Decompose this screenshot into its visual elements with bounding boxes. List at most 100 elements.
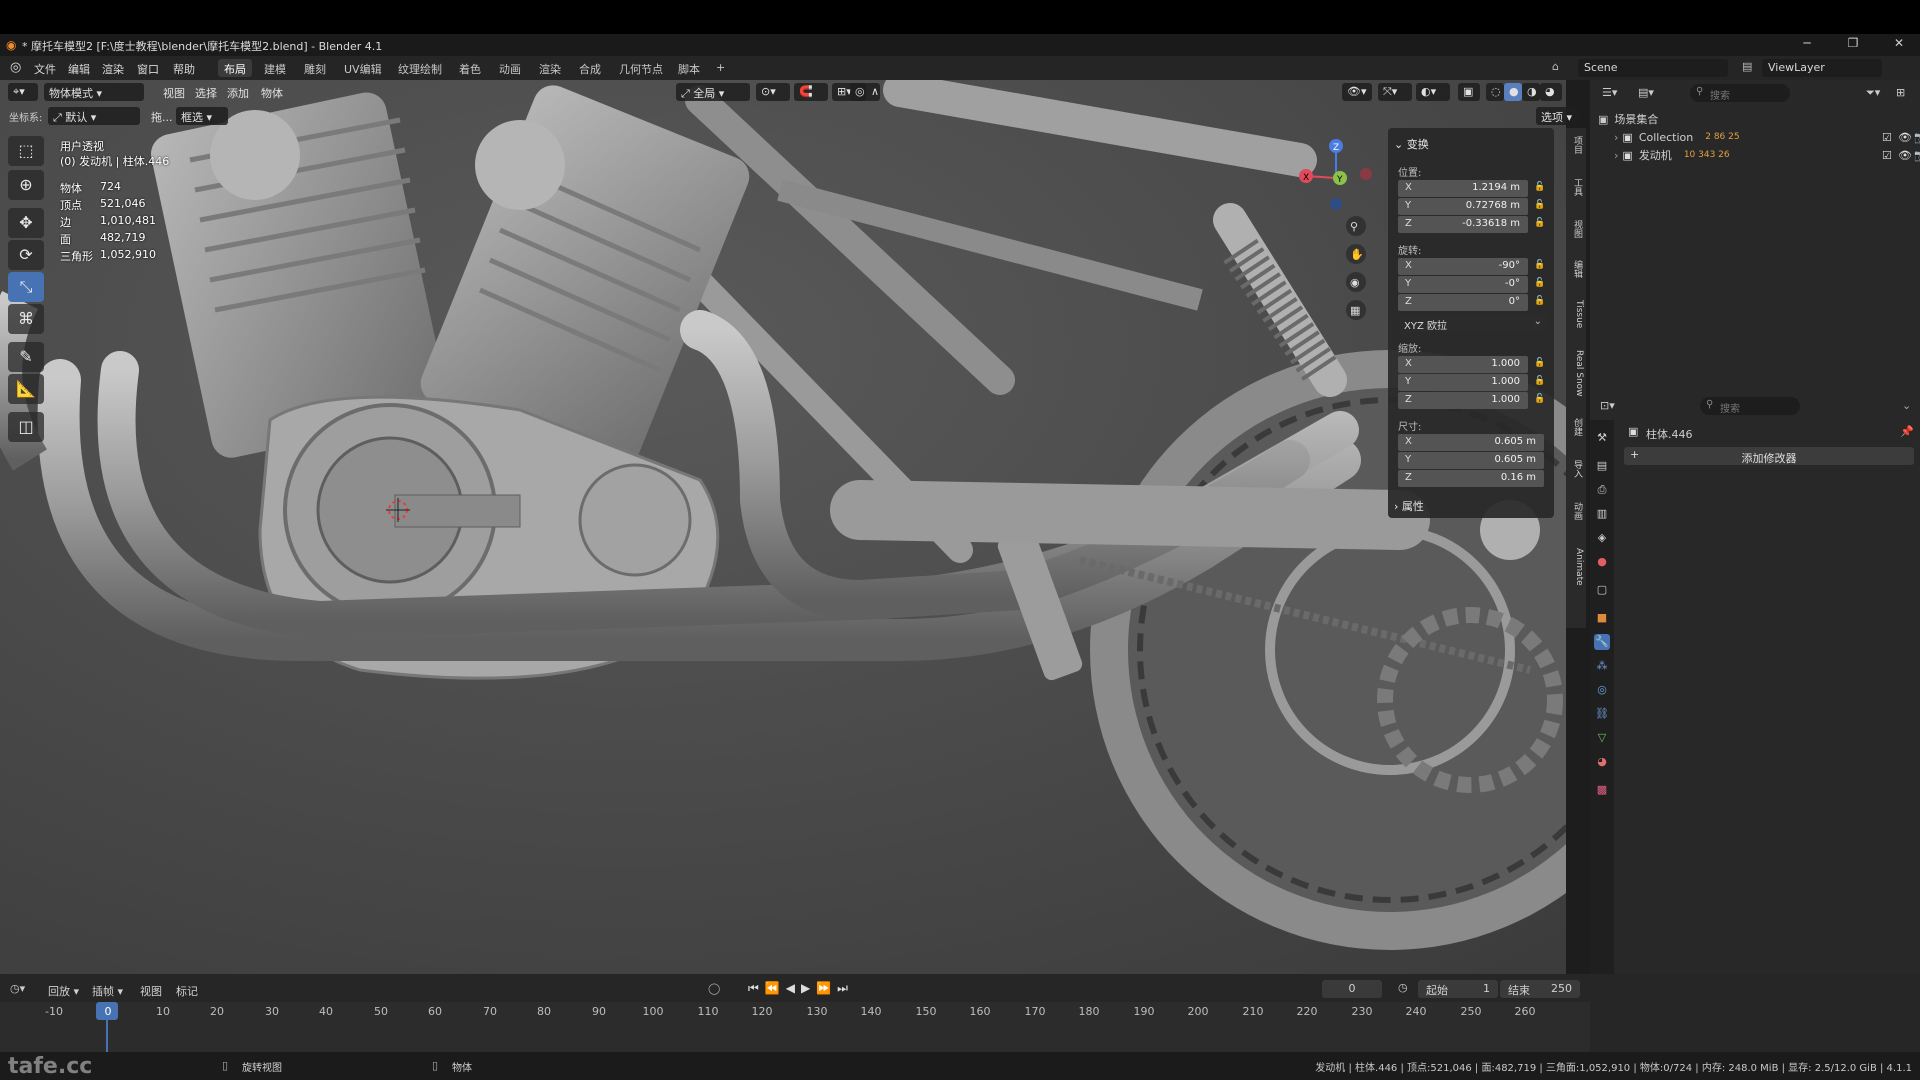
- camera-icon[interactable]: 📷: [1914, 149, 1920, 162]
- scale-tool-icon[interactable]: ⤡: [8, 272, 44, 302]
- visibility-icon[interactable]: 👁▾: [1342, 83, 1372, 101]
- world-tab-icon[interactable]: ●: [1594, 554, 1610, 570]
- menu-edit[interactable]: 编辑: [68, 61, 90, 77]
- tab-scripting[interactable]: 脚本: [672, 59, 706, 77]
- rotation-z-field[interactable]: Z 0°: [1398, 294, 1528, 311]
- data-tab-icon[interactable]: ▽: [1594, 730, 1610, 746]
- sidebar-tab-real-snow[interactable]: Real Snow: [1568, 350, 1584, 397]
- timeline-menu-keying[interactable]: 插帧 ▾: [92, 983, 123, 999]
- select-box-tool-icon[interactable]: ⬚: [8, 136, 44, 166]
- sidebar-tab-import[interactable]: 导入: [1568, 460, 1584, 478]
- options-button[interactable]: 选项 ▾: [1536, 107, 1578, 125]
- sidebar-tab-create[interactable]: 创建: [1568, 418, 1584, 436]
- navigation-gizmo[interactable]: Z X Y ⚲ ✋ ◉ ▦: [1294, 134, 1378, 324]
- clock-icon[interactable]: ◷: [1398, 981, 1408, 994]
- outliner-search[interactable]: ⚲ 搜索: [1690, 84, 1790, 102]
- rotate-tool-icon[interactable]: ⟳: [8, 240, 44, 270]
- modifier-tab-icon[interactable]: 🔧: [1594, 634, 1610, 650]
- filter-icon[interactable]: ⏷▾: [1866, 86, 1880, 100]
- eye-icon[interactable]: 👁: [1898, 131, 1912, 144]
- sidebar-tab-item[interactable]: 项目: [1568, 136, 1584, 154]
- scale-x-field[interactable]: X 1.000: [1398, 356, 1528, 373]
- lock-icon[interactable]: 🔓: [1534, 394, 1546, 406]
- properties-search[interactable]: ⚲ 搜索: [1700, 397, 1800, 415]
- dimensions-x-field[interactable]: X 0.605 m: [1398, 434, 1544, 451]
- scene-collection-row[interactable]: ▣ 场景集合: [1598, 110, 1658, 128]
- rotation-mode-select[interactable]: XYZ 欧拉 ⌄: [1398, 314, 1548, 332]
- outliner-item-engine[interactable]: › ▣ 发动机 10 343 26 ☑ 👁 📷: [1614, 146, 1920, 164]
- properties-editor-icon[interactable]: ⊡▾: [1600, 399, 1615, 412]
- select-mode-selector[interactable]: 框选 ▾: [176, 107, 228, 125]
- particles-tab-icon[interactable]: ⁂: [1594, 658, 1610, 674]
- menu-add[interactable]: 添加: [222, 83, 254, 101]
- lock-icon[interactable]: 🔓: [1534, 296, 1546, 308]
- rotation-x-field[interactable]: X -90°: [1398, 258, 1528, 275]
- output-tab-icon[interactable]: ⎙: [1594, 482, 1610, 498]
- dimensions-y-field[interactable]: Y 0.605 m: [1398, 452, 1544, 469]
- menu-view[interactable]: 视图: [158, 83, 190, 101]
- record-icon[interactable]: ◯: [708, 982, 720, 995]
- maximize-button[interactable]: ❐: [1838, 36, 1868, 54]
- chevron-down-icon[interactable]: ⌄: [1902, 399, 1911, 412]
- dimensions-z-field[interactable]: Z 0.16 m: [1398, 470, 1544, 487]
- timeline-editor-icon[interactable]: ◷▾: [10, 982, 25, 995]
- cursor-tool-icon[interactable]: ⊕: [8, 170, 44, 200]
- constraints-tab-icon[interactable]: ⛓: [1594, 706, 1610, 722]
- tab-animation[interactable]: 动画: [493, 59, 527, 77]
- sidebar-tab-view[interactable]: 视图: [1568, 220, 1584, 238]
- menu-window[interactable]: 窗口: [137, 61, 159, 77]
- tab-rendering[interactable]: 渲染: [533, 59, 567, 77]
- pivot-icon[interactable]: ⊙▾: [756, 83, 790, 101]
- scale-z-field[interactable]: Z 1.000: [1398, 392, 1528, 409]
- new-collection-icon[interactable]: ⊞: [1896, 86, 1905, 99]
- add-cube-tool-icon[interactable]: ◫: [8, 412, 44, 442]
- end-frame-field[interactable]: 结束 250: [1500, 980, 1580, 998]
- lock-icon[interactable]: 🔓: [1534, 200, 1546, 212]
- move-tool-icon[interactable]: ✥: [8, 208, 44, 238]
- measure-tool-icon[interactable]: 📐: [8, 374, 44, 404]
- sidebar-tab-tool[interactable]: 工具: [1568, 178, 1584, 196]
- display-mode-icon[interactable]: ▤▾: [1638, 86, 1654, 99]
- tab-geometry-nodes[interactable]: 几何节点: [613, 59, 669, 77]
- material-tab-icon[interactable]: ◕: [1594, 754, 1610, 770]
- location-x-field[interactable]: X 1.2194 m: [1398, 180, 1528, 197]
- scale-y-field[interactable]: Y 1.000: [1398, 374, 1528, 391]
- lock-icon[interactable]: 🔓: [1534, 182, 1546, 194]
- blender-menu-icon[interactable]: ◎: [10, 60, 21, 75]
- tab-texture-paint[interactable]: 纹理绘制: [392, 59, 448, 77]
- lock-icon[interactable]: 🔓: [1534, 260, 1546, 272]
- location-y-field[interactable]: Y 0.72768 m: [1398, 198, 1528, 215]
- checkbox-icon[interactable]: ☑: [1882, 131, 1892, 144]
- falloff-icon[interactable]: ∧: [866, 83, 884, 101]
- texture-tab-icon[interactable]: ▩: [1594, 782, 1610, 798]
- view-layer-tab-icon[interactable]: ▥: [1594, 506, 1610, 522]
- transform-orientation-selector[interactable]: ⤢ 全局 ▾: [676, 83, 750, 101]
- menu-file[interactable]: 文件: [34, 61, 56, 77]
- timeline-ruler[interactable]: -10 0 10 20 30 40 50 60 70 80 90 100 110…: [0, 1002, 1590, 1052]
- physics-tab-icon[interactable]: ◎: [1594, 682, 1610, 698]
- overlay-toggle-icon[interactable]: ◐▾: [1416, 83, 1450, 101]
- tab-modeling[interactable]: 建模: [258, 59, 292, 77]
- sidebar-tab-edit[interactable]: 编辑: [1568, 260, 1584, 278]
- gizmo-toggle-icon[interactable]: ⤧▾: [1378, 83, 1412, 101]
- menu-select[interactable]: 选择: [190, 83, 222, 101]
- tab-compositing[interactable]: 合成: [573, 59, 607, 77]
- mode-selector[interactable]: 物体模式 ▾: [44, 83, 144, 101]
- pin-icon[interactable]: 📌: [1900, 425, 1914, 438]
- sidebar-tab-animate[interactable]: Animate: [1568, 548, 1584, 586]
- transform-tool-icon[interactable]: ⌘: [8, 304, 44, 334]
- close-button[interactable]: ✕: [1884, 36, 1914, 54]
- wireframe-shading-icon[interactable]: ◌: [1486, 83, 1504, 101]
- annotate-tool-icon[interactable]: ✎: [8, 342, 44, 372]
- xray-icon[interactable]: ▣: [1458, 83, 1480, 101]
- minimize-button[interactable]: ─: [1792, 36, 1822, 54]
- sidebar-tab-tissue[interactable]: Tissue: [1568, 300, 1584, 328]
- editor-type-icon[interactable]: ⌖▾: [8, 83, 38, 101]
- tab-uv-editing[interactable]: UV编辑: [338, 59, 388, 77]
- eye-icon[interactable]: 👁: [1898, 149, 1912, 162]
- playback-controls[interactable]: ⏮⏪◀▶⏩⏭: [748, 981, 854, 996]
- current-frame-field[interactable]: 0: [1322, 980, 1382, 998]
- tab-layout[interactable]: 布局: [218, 59, 252, 77]
- outliner-item-collection[interactable]: › ▣ Collection 2 86 25 ☑ 👁 📷: [1614, 128, 1920, 146]
- render-tab-icon[interactable]: ▤: [1594, 458, 1610, 474]
